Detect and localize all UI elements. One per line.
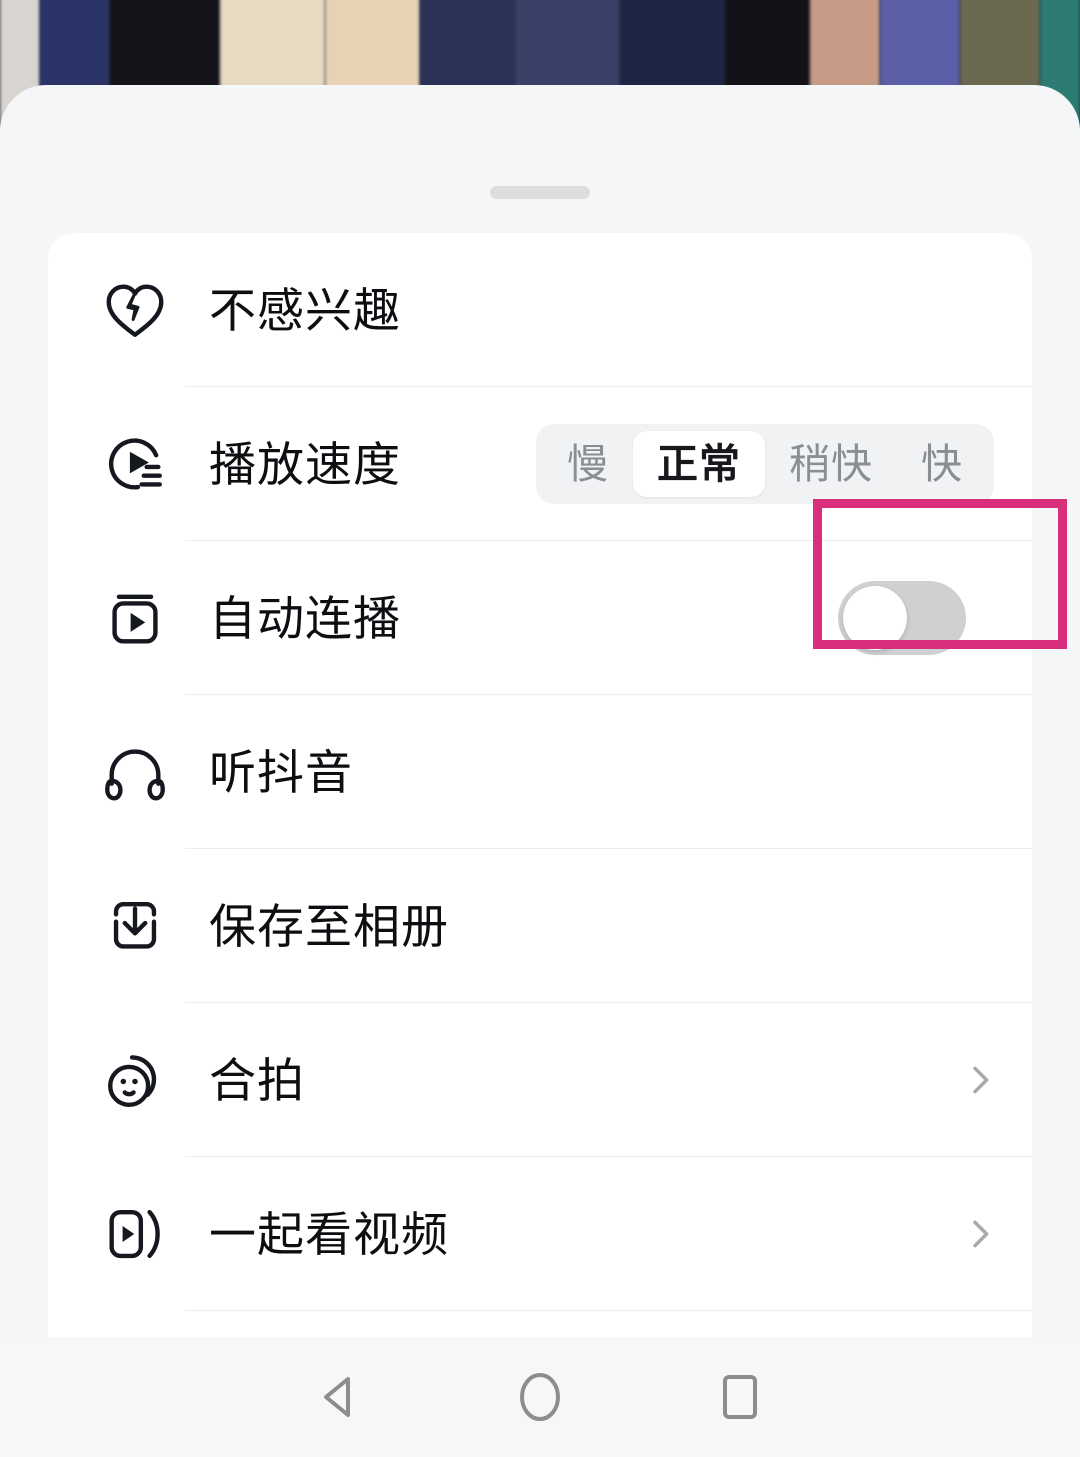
headphones-icon <box>98 735 172 809</box>
chevron-right-icon <box>960 1060 1000 1100</box>
drag-handle[interactable] <box>490 186 590 199</box>
menu-row-dou-plus-promote[interactable]: DOU帮上热门 <box>48 1311 1032 1337</box>
watch-together-icon <box>98 1197 172 1271</box>
auto-play-icon <box>98 581 172 655</box>
menu-row-label: 不感兴趣 <box>209 283 401 337</box>
speed-option-3[interactable]: 快 <box>897 431 987 497</box>
menu-row-not-interested[interactable]: 不感兴趣 <box>48 233 1032 387</box>
menu-card: 不感兴趣播放速度 慢正常稍快快自动连播听抖音保存至相册合拍一起看视频 DOU帮上热门 <box>48 233 1032 1337</box>
menu-row-label: 听抖音 <box>209 745 353 799</box>
phone-screen: 不感兴趣播放速度 慢正常稍快快自动连播听抖音保存至相册合拍一起看视频 DOU帮上热门 <box>0 0 1080 1457</box>
bottom-sheet: 不感兴趣播放速度 慢正常稍快快自动连播听抖音保存至相册合拍一起看视频 DOU帮上热门 <box>0 85 1080 1337</box>
home-circle-icon[interactable] <box>440 1337 640 1457</box>
menu-row-watch-together[interactable]: 一起看视频 <box>48 1157 1032 1311</box>
broken-heart-icon <box>98 273 172 347</box>
recents-square-icon[interactable] <box>640 1337 840 1457</box>
menu-row-label: 播放速度 <box>209 437 401 491</box>
menu-row-label: 自动连播 <box>209 591 401 645</box>
menu-row-label: 一起看视频 <box>209 1207 449 1261</box>
speed-option-2[interactable]: 稍快 <box>765 431 897 497</box>
duet-face-icon <box>98 1043 172 1117</box>
speed-option-1[interactable]: 正常 <box>633 431 765 497</box>
toggle-knob <box>843 586 907 650</box>
auto-play-toggle[interactable] <box>838 581 966 655</box>
menu-row-accessory <box>960 1214 1032 1254</box>
menu-row-listen-douyin[interactable]: 听抖音 <box>48 695 1032 849</box>
menu-row-accessory: 慢正常 稍快快 <box>536 424 1032 504</box>
playback-speed-icon <box>98 427 172 501</box>
menu-row-save-to-album[interactable]: 保存至相册 <box>48 849 1032 1003</box>
back-triangle-icon[interactable] <box>240 1337 440 1457</box>
menu-row-accessory <box>838 581 1032 655</box>
speed-option-0[interactable]: 慢 <box>543 431 633 497</box>
download-icon <box>98 889 172 963</box>
menu-row-playback-speed[interactable]: 播放速度 慢正常 稍快快 <box>48 387 1032 541</box>
chevron-right-icon <box>960 1214 1000 1254</box>
android-nav-bar <box>0 1337 1080 1457</box>
speed-segmented-control[interactable]: 慢正常 稍快快 <box>536 424 994 504</box>
menu-row-auto-play-next[interactable]: 自动连播 <box>48 541 1032 695</box>
menu-row-label: 保存至相册 <box>209 899 449 953</box>
menu-row-duet[interactable]: 合拍 <box>48 1003 1032 1157</box>
menu-row-accessory <box>960 1060 1032 1100</box>
menu-row-label: 合拍 <box>209 1053 305 1107</box>
